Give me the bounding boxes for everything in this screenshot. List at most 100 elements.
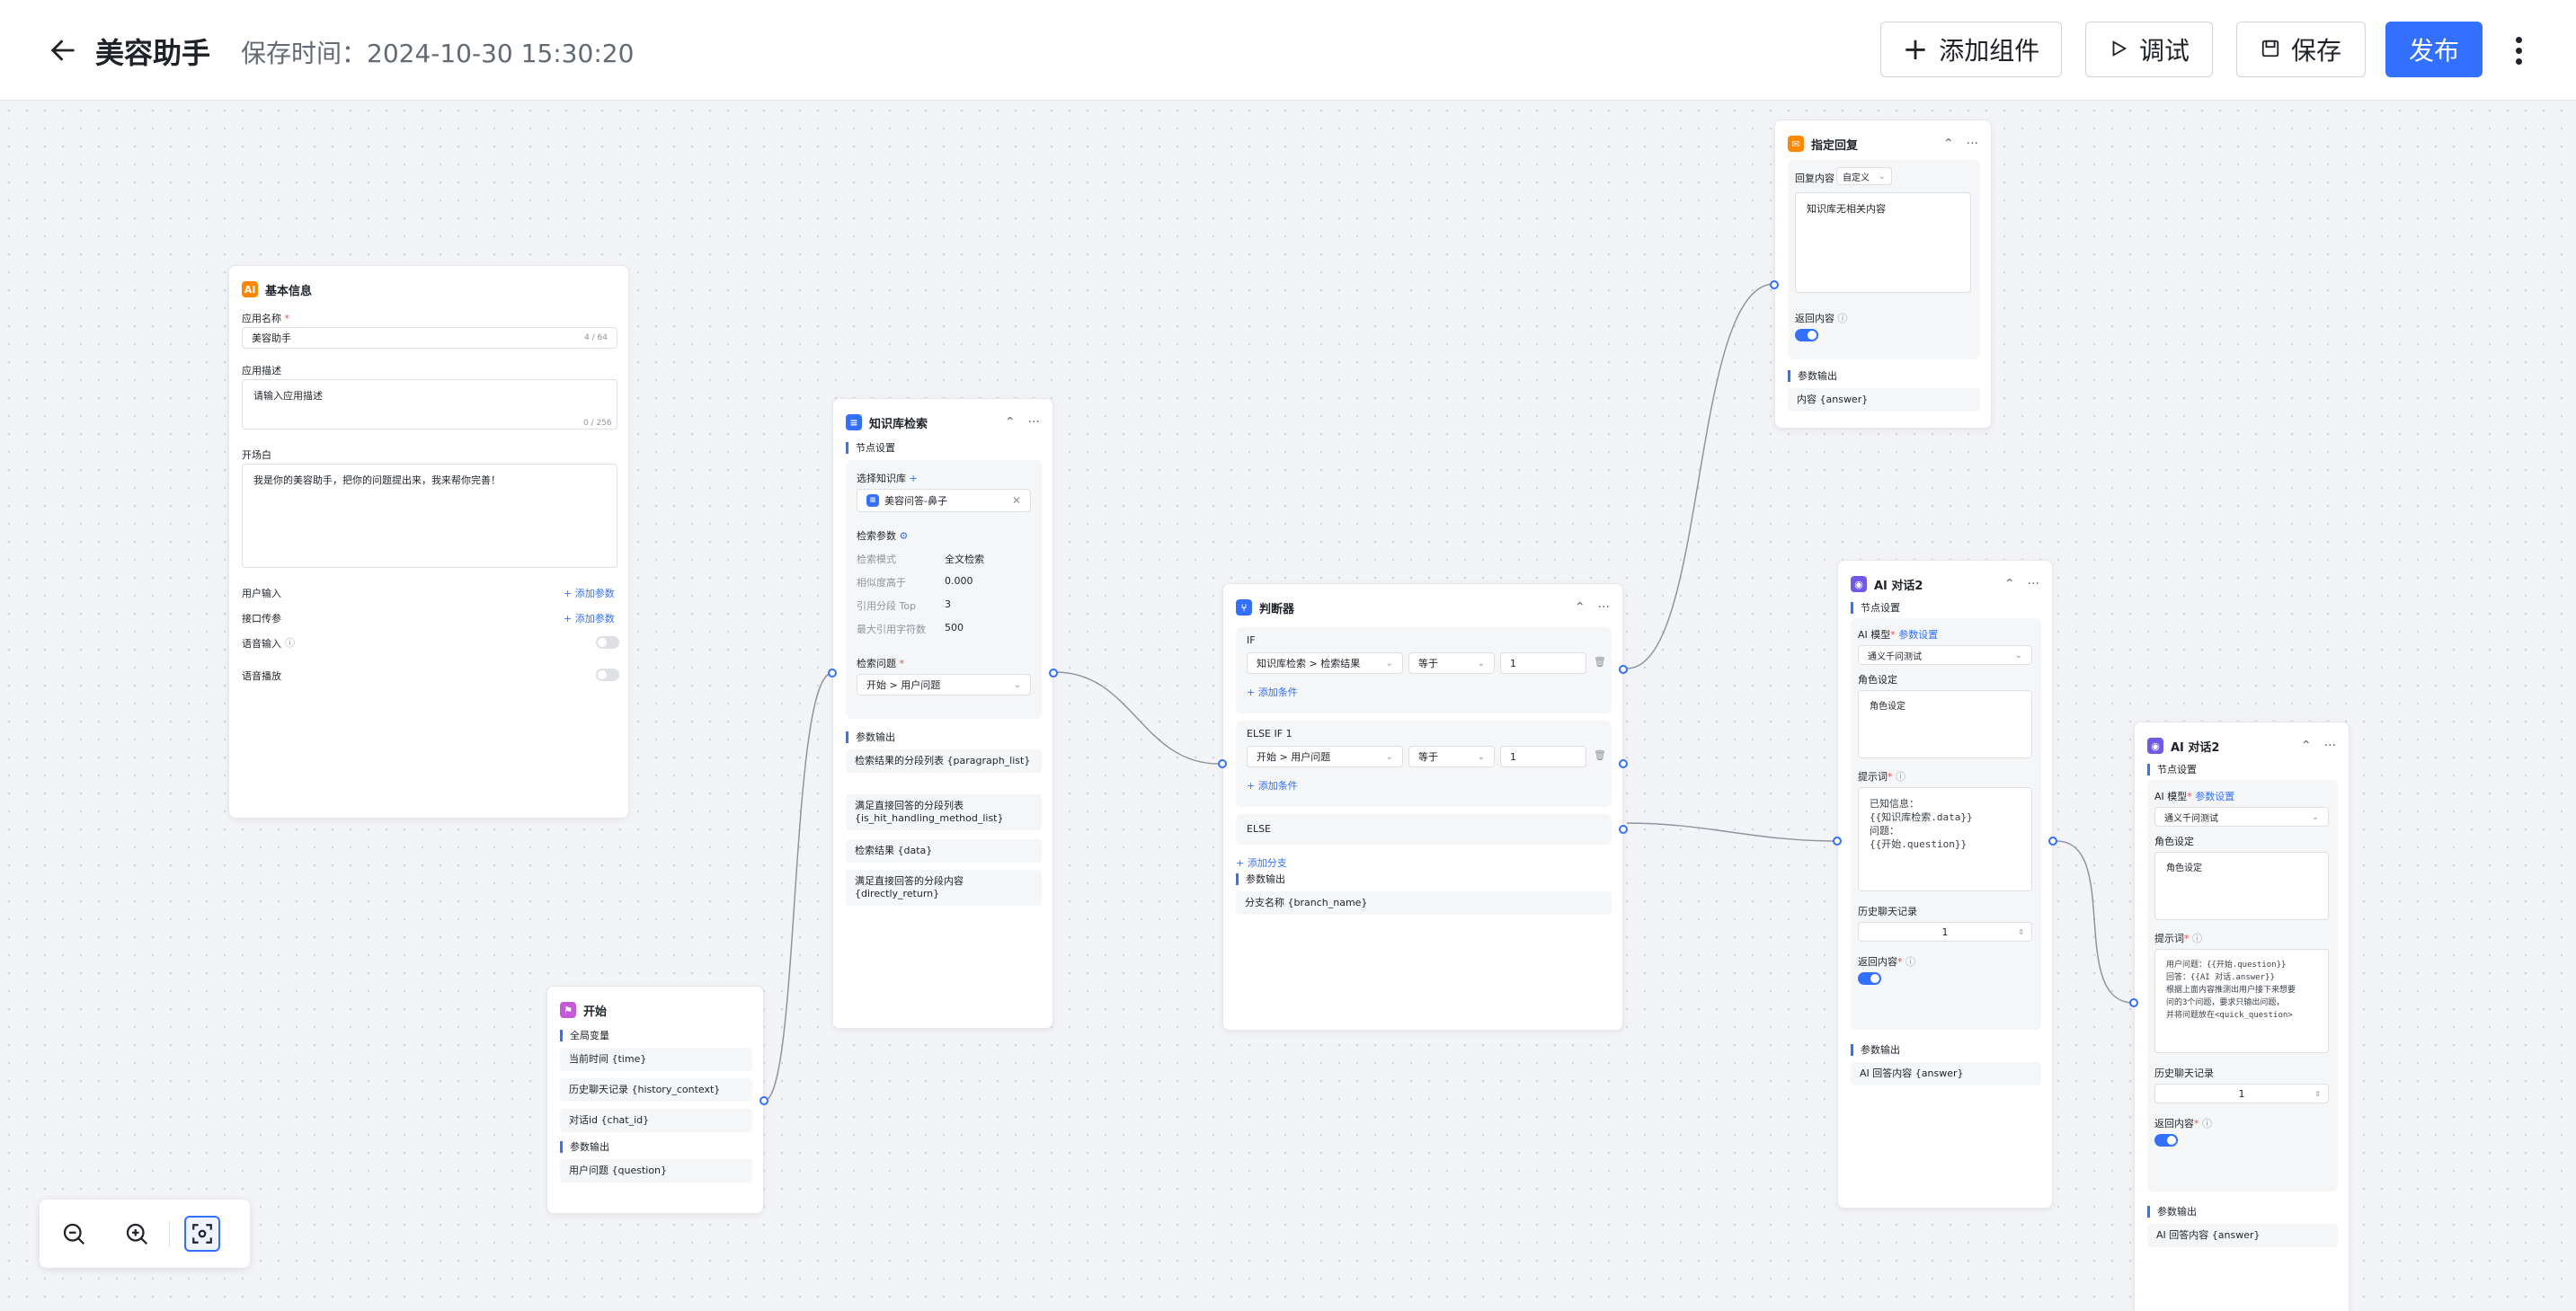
role-input[interactable]: 角色设定 [2154,852,2329,920]
elseif-value-input[interactable]: 1 [1500,746,1586,767]
voice-play-toggle[interactable] [596,669,619,681]
settings-icon[interactable]: ⚙ [900,530,909,542]
return-label: 返回内容 [1795,313,1834,324]
condition-node[interactable]: ⑂ 判断器 ⌃ ··· IF 知识库检索 > 检索结果 ⌄ 等于 ⌄ 1 🗑 + 添… [1218,583,1628,1031]
edge-start-to-kb [763,672,833,1102]
model-select[interactable]: 通义千问测试 ⌄ [2154,807,2329,827]
app-desc-input[interactable]: 请输入应用描述 [242,379,617,430]
add-component-button[interactable]: + 添加组件 [1880,22,2062,77]
reply-node[interactable]: ✉ 指定回复 ⌃ ··· 回复内容 自定义 ⌄ 知识库无相关内容 返回内容 ⓘ 参… [1770,120,1992,429]
stepper-arrows-icon[interactable]: ⇕ [2314,1090,2321,1098]
search-params-label: 检索参数 [857,530,896,542]
collapse-icon[interactable]: ⌃ [1943,137,1954,151]
model-settings-link[interactable]: 参数设置 [2195,791,2234,802]
info-icon: ⓘ [1837,313,1848,324]
output-handle[interactable] [1049,669,1058,678]
role-label: 角色设定 [2154,836,2194,847]
save-button[interactable]: 保存 [2236,22,2366,77]
content-mode-select[interactable]: 自定义 ⌄ [1836,167,1892,185]
floppy-disk-icon [2261,35,2280,65]
delete-icon[interactable]: 🗑 [1594,656,1606,668]
input-handle[interactable] [828,669,837,678]
else-output-handle[interactable] [1619,825,1628,834]
if-value-input[interactable]: 1 [1500,652,1586,674]
return-toggle[interactable] [2154,1134,2178,1147]
knowledge-search-node[interactable]: ≡ 知识库检索 ⌃ ··· 节点设置 选择知识库 + ≡ 美容问答-鼻子 ✕ 检… [828,398,1058,1029]
elseif-operator-select[interactable]: 等于 ⌄ [1408,746,1495,767]
more-icon[interactable]: ··· [1967,137,1978,151]
ai-chat-node-2[interactable]: ◉ AI 对话2 ⌃ ··· 节点设置 AI 模型* 参数设置 通义千问测试 ⌄ … [2129,722,2349,1311]
select-kb-label: 选择知识库 [857,473,906,484]
add-user-input-button[interactable]: + 添加参数 [564,586,615,600]
if-field-select[interactable]: 知识库检索 > 检索结果 ⌄ [1247,652,1403,674]
app-name-input[interactable]: 美容助手 4 / 64 [242,327,617,349]
delete-icon[interactable]: 🗑 [1594,749,1606,761]
output-handle[interactable] [2048,837,2057,846]
history-stepper[interactable]: 1 ⇕ [1858,922,2032,942]
collapse-icon[interactable]: ⌃ [2004,577,2015,591]
more-icon[interactable]: ··· [2028,577,2039,591]
add-condition-button[interactable]: + 添加条件 [1247,778,1298,793]
basic-info-node[interactable]: AI 基本信息 应用名称 * 美容助手 4 / 64 应用描述 请输入应用描述 … [228,265,629,819]
output-row: 分支名称 {branch_name} [1236,891,1612,915]
node-title: AI 对话2 [1874,579,1923,593]
start-node[interactable]: ⚑ 开始 全局变量 当前时间 {time} 历史聊天记录 {history_co… [546,986,768,1214]
more-icon[interactable]: ··· [1028,415,1040,430]
output-handle[interactable] [759,1096,768,1105]
param-key: 最大引用字符数 [857,624,926,635]
model-settings-link[interactable]: 参数设置 [1898,629,1938,641]
prompt-input[interactable]: 用户问题：{{开始.question}} 回答：{{AI 对话.answer}}… [2154,949,2329,1053]
back-arrow-icon[interactable] [45,32,81,68]
stepper-arrows-icon[interactable]: ⇕ [2018,928,2024,936]
return-toggle[interactable] [1795,329,1818,341]
opening-input[interactable]: 我是你的美容助手，把你的问题提出来，我来帮你完善！ [242,464,617,568]
selected-kb-chip[interactable]: ≡ 美容问答-鼻子 ✕ [857,489,1031,512]
input-handle[interactable] [1833,837,1842,846]
question-select[interactable]: 开始 > 用户问题 ⌄ [857,674,1031,695]
voice-input-toggle[interactable] [596,636,619,649]
add-api-param-button[interactable]: + 添加参数 [564,611,615,625]
info-icon: ⓘ [2202,1118,2212,1129]
model-select[interactable]: 通义千问测试 ⌄ [1858,645,2032,665]
var-row: 当前时间 {time} [560,1048,752,1071]
voice-input-label: 语音输入 [242,638,281,650]
history-label: 历史聊天记录 [1858,906,1917,917]
collapse-icon[interactable]: ⌃ [2301,739,2312,753]
debug-button[interactable]: 调试 [2085,22,2213,77]
collapse-icon[interactable]: ⌃ [1005,415,1016,430]
workflow-canvas[interactable]: AI 基本信息 应用名称 * 美容助手 4 / 64 应用描述 请输入应用描述 … [0,102,2576,1311]
content-input[interactable]: 知识库无相关内容 [1795,192,1971,293]
fit-view-icon[interactable] [184,1216,220,1252]
if-output-handle[interactable] [1619,665,1628,674]
zoom-out-icon[interactable] [56,1216,92,1252]
return-toggle[interactable] [1858,972,1881,985]
edge-ai1-to-ai2 [2056,840,2135,1004]
param-key: 检索模式 [857,554,896,565]
add-branch-button[interactable]: + 添加分支 [1236,855,1287,870]
more-vertical-icon[interactable] [2502,32,2535,68]
global-vars-label: 全局变量 [560,1030,609,1041]
role-input[interactable]: 角色设定 [1858,690,2032,758]
edge-kb-to-judge [1054,671,1220,765]
prompt-input[interactable]: 已知信息： {{知识库检索.data}} 问题： {{开始.question}} [1858,787,2032,891]
add-condition-button[interactable]: + 添加条件 [1247,685,1298,699]
more-icon[interactable]: ··· [1598,600,1610,615]
input-handle[interactable] [1770,280,1779,289]
input-handle[interactable] [1218,759,1227,768]
question-label: 检索问题 [857,658,896,669]
plus-icon[interactable]: + [910,473,918,484]
history-stepper[interactable]: 1 ⇕ [2154,1084,2329,1103]
collapse-icon[interactable]: ⌃ [1575,600,1586,615]
info-icon: ⓘ [2192,933,2202,944]
close-icon[interactable]: ✕ [1012,494,1021,507]
output-label: 参数输出 [846,731,895,743]
more-icon[interactable]: ··· [2324,739,2336,753]
input-handle[interactable] [2129,998,2138,1007]
if-operator-select[interactable]: 等于 ⌄ [1408,652,1495,674]
elseif-output-handle[interactable] [1619,759,1628,768]
elseif-field-select[interactable]: 开始 > 用户问题 ⌄ [1247,746,1403,767]
zoom-in-icon[interactable] [119,1216,155,1252]
param-value: 0.000 [945,575,973,587]
ai-chat-node-1[interactable]: ◉ AI 对话2 ⌃ ··· 节点设置 AI 模型* 参数设置 通义千问测试 ⌄ … [1833,560,2057,1209]
publish-button[interactable]: 发布 [2385,22,2483,77]
